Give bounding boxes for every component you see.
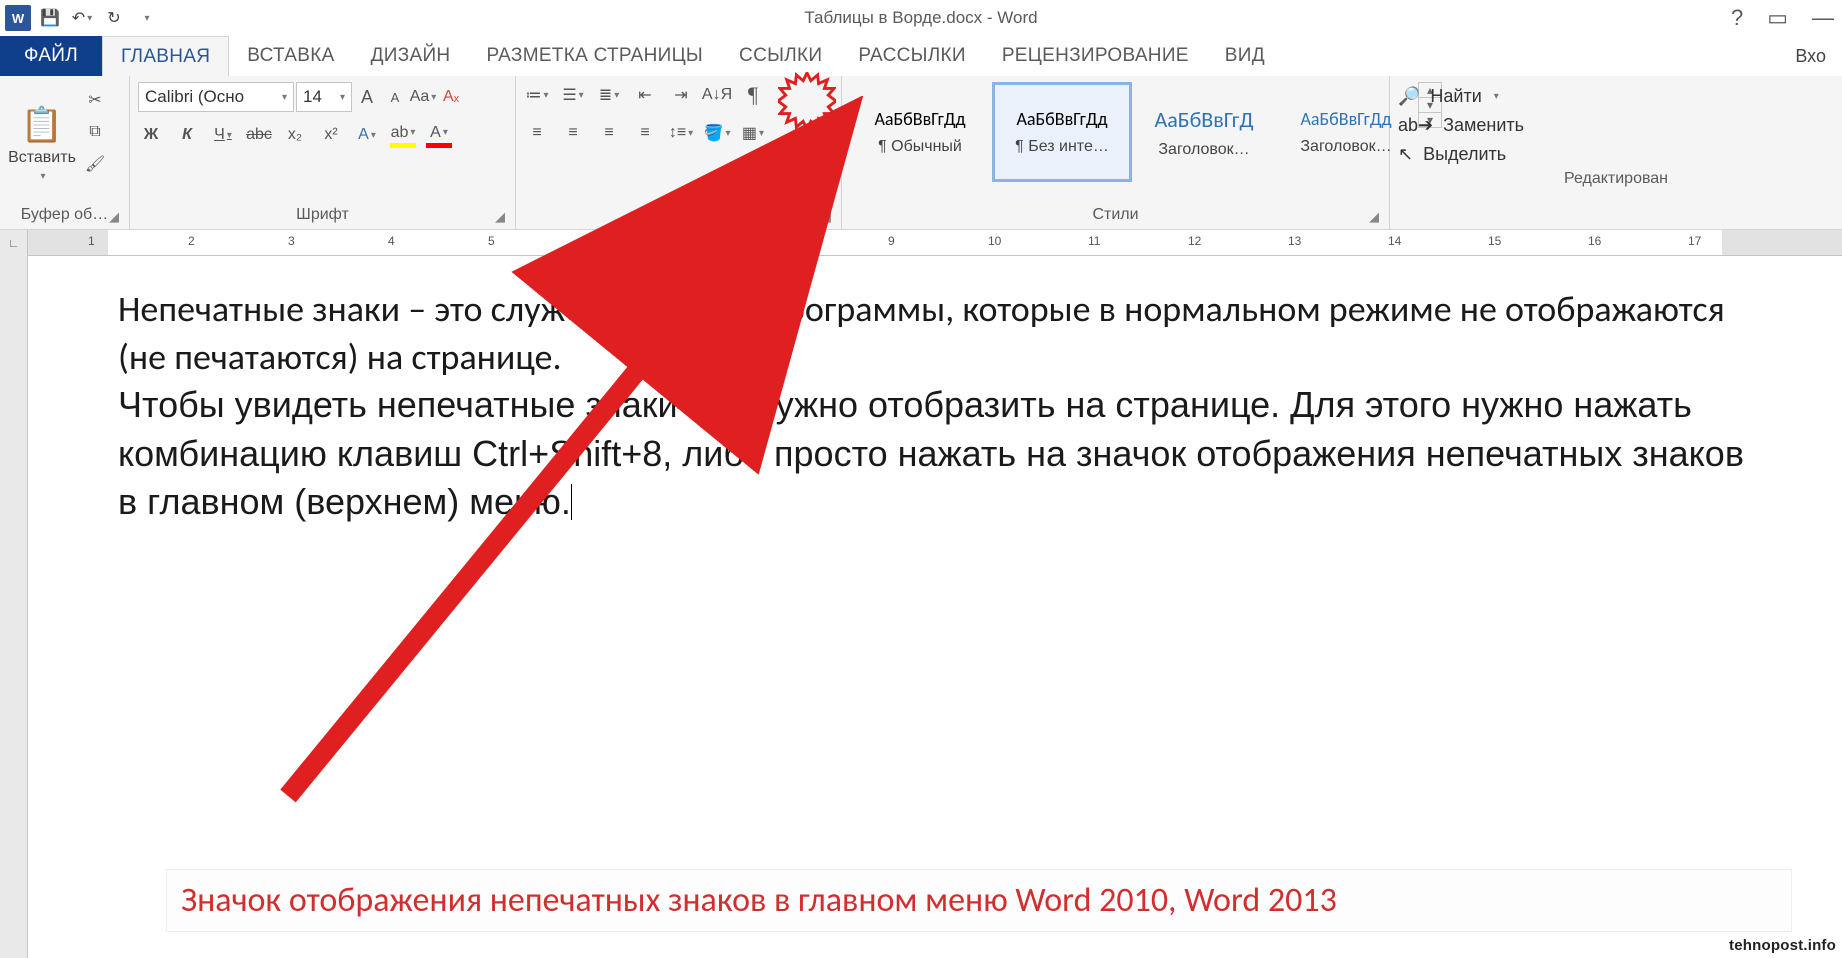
- ruler-horizontal[interactable]: ∟ 1 2 3 4 5 6 7 8 9 10 11 12 13 14 15 16…: [0, 230, 1842, 256]
- numbering-icon[interactable]: ☰▾: [560, 82, 586, 108]
- account-area[interactable]: Вхо: [1795, 36, 1842, 76]
- format-painter-icon[interactable]: 🖌: [82, 151, 108, 177]
- dialog-launcher-icon[interactable]: ◢: [495, 209, 505, 225]
- group-paragraph: ≔▾ ☰▾ ≣▾ ⇤ ⇥ А↓Я ¶ ≡ ≡ ≡ ≡ ↕≡▾ 🪣▾ ▦▾ Абз…: [516, 76, 842, 229]
- subscript-button[interactable]: x₂: [282, 122, 308, 148]
- font-color-icon[interactable]: A▾: [426, 122, 452, 148]
- tab-page-layout[interactable]: РАЗМЕТКА СТРАНИЦЫ: [468, 36, 721, 76]
- group-editing-label: Редактирован: [1398, 165, 1834, 193]
- font-size-combo[interactable]: 14▾: [296, 82, 352, 112]
- tab-view[interactable]: ВИД: [1207, 36, 1283, 76]
- underline-button[interactable]: Ч▾: [210, 122, 236, 148]
- help-icon[interactable]: ?: [1731, 5, 1743, 31]
- save-icon[interactable]: 💾: [36, 4, 64, 32]
- select-button[interactable]: ↖ Выделить: [1398, 144, 1834, 165]
- change-case-icon[interactable]: Aa▾: [410, 84, 436, 110]
- highlight-icon[interactable]: ab▾: [390, 122, 416, 148]
- clipboard-icon: 📋: [21, 105, 63, 145]
- tab-review[interactable]: РЕЦЕНЗИРОВАНИЕ: [984, 36, 1207, 76]
- ribbon-options-icon[interactable]: ▭: [1767, 5, 1788, 31]
- tab-file[interactable]: ФАЙЛ: [0, 36, 102, 76]
- shading-icon[interactable]: 🪣▾: [704, 120, 730, 146]
- document-pane: Непечатные знаки – это служебные знаки п…: [0, 256, 1842, 958]
- dialog-launcher-icon[interactable]: ◢: [1369, 209, 1379, 225]
- dialog-launcher-icon[interactable]: ◢: [821, 209, 831, 225]
- clear-format-icon[interactable]: Aₓ: [438, 84, 464, 110]
- find-icon: 🔎: [1398, 86, 1420, 107]
- quick-access-toolbar: W 💾 ↶▾ ↻ ▾: [0, 4, 164, 32]
- ruler-corner-icon[interactable]: ∟: [0, 230, 28, 256]
- tab-mailings[interactable]: РАССЫЛКИ: [840, 36, 984, 76]
- text-cursor: [571, 484, 573, 520]
- group-font: Calibri (Осно▾ 14▾ A A Aa▾ Aₓ Ж К Ч▾ abc…: [130, 76, 516, 229]
- styles-gallery[interactable]: АаБбВвГгДд ¶ Обычный АаБбВвГгДд ¶ Без ин…: [850, 82, 1442, 190]
- tab-design[interactable]: ДИЗАЙН: [353, 36, 469, 76]
- ribbon: 📋 Вставить ▾ ✂ ⧉ 🖌 Буфер об… ◢ Calibri (…: [0, 76, 1842, 230]
- paragraph-2[interactable]: Чтобы увидеть непечатные знаки– их нужно…: [118, 381, 1752, 527]
- window-controls: ? ▭ —: [1731, 5, 1834, 31]
- group-font-label: Шрифт ◢: [138, 201, 507, 229]
- sort-icon[interactable]: А↓Я: [704, 82, 730, 108]
- paragraph-1[interactable]: Непечатные знаки – это служебные знаки п…: [118, 286, 1752, 381]
- multilevel-icon[interactable]: ≣▾: [596, 82, 622, 108]
- tab-home[interactable]: ГЛАВНАЯ: [102, 36, 229, 76]
- title-bar: W 💾 ↶▾ ↻ ▾ Таблицы в Ворде.docx - Word ?…: [0, 0, 1842, 36]
- dialog-launcher-icon[interactable]: ◢: [109, 209, 119, 225]
- pilcrow-button[interactable]: ¶: [740, 82, 766, 108]
- replace-button[interactable]: ab➔ Заменить: [1398, 115, 1834, 136]
- group-paragraph-label: Абзац ◢: [524, 201, 833, 229]
- undo-icon[interactable]: ↶▾: [68, 4, 96, 32]
- bold-button[interactable]: Ж: [138, 122, 164, 148]
- text-effects-icon[interactable]: A▾: [354, 122, 380, 148]
- copy-icon[interactable]: ⧉: [82, 119, 108, 145]
- word-logo-icon[interactable]: W: [4, 4, 32, 32]
- justify-icon[interactable]: ≡: [632, 120, 658, 146]
- group-clipboard-label: Буфер об… ◢: [8, 201, 121, 229]
- qat-customize-icon[interactable]: ▾: [132, 4, 160, 32]
- bullets-icon[interactable]: ≔▾: [524, 82, 550, 108]
- paste-label: Вставить: [8, 149, 76, 167]
- group-editing: 🔎 Найти▾ ab➔ Заменить ↖ Выделить Редакти…: [1390, 76, 1842, 229]
- align-left-icon[interactable]: ≡: [524, 120, 550, 146]
- document-page[interactable]: Непечатные знаки – это служебные знаки п…: [28, 256, 1842, 958]
- find-button[interactable]: 🔎 Найти▾: [1398, 86, 1834, 107]
- replace-icon: ab➔: [1398, 115, 1433, 136]
- font-name-combo[interactable]: Calibri (Осно▾: [138, 82, 294, 112]
- align-right-icon[interactable]: ≡: [596, 120, 622, 146]
- annotation-caption: Значок отображения непечатных знаков в г…: [166, 869, 1792, 932]
- superscript-button[interactable]: x²: [318, 122, 344, 148]
- grow-font-icon[interactable]: A: [354, 84, 380, 110]
- group-clipboard: 📋 Вставить ▾ ✂ ⧉ 🖌 Буфер об… ◢: [0, 76, 130, 229]
- group-styles: АаБбВвГгДд ¶ Обычный АаБбВвГгДд ¶ Без ин…: [842, 76, 1390, 229]
- group-styles-label: Стили ◢: [850, 201, 1381, 229]
- ribbon-tabstrip: ФАЙЛ ГЛАВНАЯ ВСТАВКА ДИЗАЙН РАЗМЕТКА СТР…: [0, 36, 1842, 76]
- shrink-font-icon[interactable]: A: [382, 84, 408, 110]
- decrease-indent-icon[interactable]: ⇤: [632, 82, 658, 108]
- strike-button[interactable]: abc: [246, 122, 272, 148]
- ruler-vertical[interactable]: [0, 256, 28, 958]
- style-no-spacing[interactable]: АаБбВвГгДд ¶ Без инте…: [992, 82, 1132, 182]
- style-normal[interactable]: АаБбВвГгДд ¶ Обычный: [850, 82, 990, 182]
- borders-icon[interactable]: ▦▾: [740, 120, 766, 146]
- redo-icon[interactable]: ↻: [100, 4, 128, 32]
- align-center-icon[interactable]: ≡: [560, 120, 586, 146]
- italic-button[interactable]: К: [174, 122, 200, 148]
- paste-button[interactable]: 📋 Вставить ▾: [8, 82, 76, 182]
- tab-references[interactable]: ССЫЛКИ: [721, 36, 840, 76]
- window-title: Таблицы в Ворде.docx - Word: [804, 8, 1037, 28]
- cut-icon[interactable]: ✂: [82, 87, 108, 113]
- tab-insert[interactable]: ВСТАВКА: [229, 36, 352, 76]
- style-heading1[interactable]: АаБбВвГгД Заголовок…: [1134, 82, 1274, 182]
- minimize-icon[interactable]: —: [1812, 5, 1834, 31]
- select-icon: ↖: [1398, 144, 1413, 165]
- watermark-text: tehnopost.info: [1729, 937, 1836, 954]
- increase-indent-icon[interactable]: ⇥: [668, 82, 694, 108]
- line-spacing-icon[interactable]: ↕≡▾: [668, 120, 694, 146]
